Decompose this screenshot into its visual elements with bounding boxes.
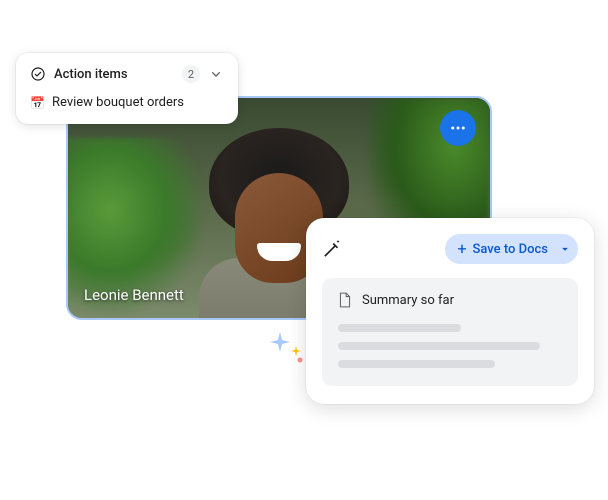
checkmark-circle-icon	[30, 66, 46, 82]
plus-icon: +	[457, 241, 466, 257]
action-item-label: Review bouquet orders	[52, 95, 184, 110]
save-to-docs-button[interactable]: + Save to Docs	[445, 234, 578, 264]
summary-placeholder-line	[338, 342, 540, 350]
video-more-options-button[interactable]	[440, 110, 476, 146]
document-icon	[338, 292, 352, 308]
action-item-row[interactable]: 📅 Review bouquet orders	[30, 95, 224, 110]
caret-down-icon[interactable]	[558, 242, 572, 256]
participant-name-label: Leonie Bennett	[84, 286, 184, 304]
summary-panel: + Save to Docs Summary so far	[306, 218, 594, 404]
more-horizontal-icon	[449, 119, 467, 137]
sparkle-decoration-icon	[266, 324, 310, 368]
action-items-panel: Action items 2 📅 Review bouquet orders	[16, 53, 238, 124]
calendar-icon: 📅	[30, 96, 44, 110]
magic-wand-icon	[322, 239, 342, 259]
action-items-count-badge: 2	[182, 65, 200, 83]
action-items-title: Action items	[54, 67, 174, 82]
save-to-docs-label: Save to Docs	[473, 242, 548, 257]
summary-placeholder-line	[338, 360, 495, 368]
summary-placeholder-line	[338, 324, 461, 332]
summary-title: Summary so far	[362, 293, 454, 308]
action-items-header[interactable]: Action items 2	[30, 65, 224, 83]
chevron-down-icon[interactable]	[208, 66, 224, 82]
summary-content-card: Summary so far	[322, 278, 578, 386]
